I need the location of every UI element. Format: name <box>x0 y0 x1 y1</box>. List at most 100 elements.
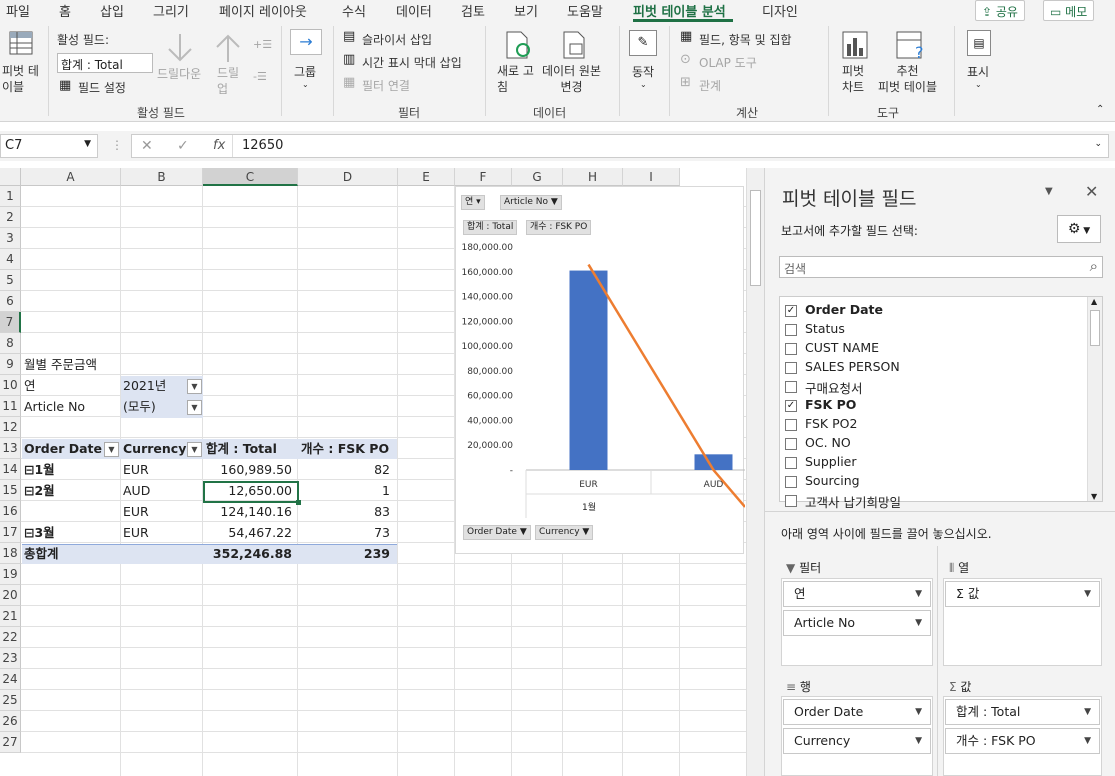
tab-help[interactable]: 도움말 <box>567 1 603 20</box>
enter-icon[interactable]: ✓ <box>177 138 189 154</box>
row-header[interactable]: 23 <box>0 648 21 669</box>
checkbox-checked-icon[interactable]: ✓ <box>785 305 797 317</box>
collapse-icon[interactable]: ⊟ <box>24 525 34 540</box>
row-header[interactable]: 16 <box>0 501 21 522</box>
column-header[interactable]: B <box>121 168 203 186</box>
expand-field-icon[interactable]: +☰ <box>253 38 272 51</box>
tab-insert[interactable]: 삽입 <box>100 1 124 20</box>
tab-review[interactable]: 검토 <box>461 1 485 20</box>
rows-zone[interactable]: Order Date ▼ Currency ▼ <box>781 696 933 776</box>
expand-formula-icon[interactable]: ⌄ <box>1094 139 1102 149</box>
column-header[interactable]: C <box>203 168 298 186</box>
tab-data[interactable]: 데이터 <box>396 1 432 20</box>
name-box[interactable]: C7 ▼ <box>0 134 98 158</box>
row-header[interactable]: 5 <box>0 270 21 291</box>
value-item-count[interactable]: 개수 : FSK PO ▼ <box>945 728 1100 754</box>
scroll-up-icon[interactable]: ▲ <box>1091 297 1097 306</box>
column-header[interactable]: I <box>623 168 680 186</box>
row-header[interactable]: 25 <box>0 690 21 711</box>
collapse-icon[interactable]: ⊟ <box>24 462 34 477</box>
checkbox-checked-icon[interactable]: ✓ <box>785 400 797 412</box>
column-header[interactable]: H <box>563 168 623 186</box>
chart-legend-count[interactable]: 개수 : FSK PO <box>526 220 592 235</box>
column-header[interactable]: G <box>512 168 563 186</box>
tab-draw[interactable]: 그리기 <box>153 1 189 20</box>
checkbox-icon[interactable] <box>785 324 797 336</box>
row-item-order-date[interactable]: Order Date ▼ <box>783 699 931 725</box>
row-header[interactable]: 9 <box>0 354 21 375</box>
filters-zone[interactable]: 연 ▼ Article No ▼ <box>781 578 933 666</box>
row-header[interactable]: 6 <box>0 291 21 312</box>
field-list[interactable]: ✓ Order Date Status CUST NAME SALES PERSON 구매… <box>779 296 1103 510</box>
column-header[interactable]: E <box>398 168 455 186</box>
pivot-chart[interactable]: 연 ▾ Article No ▼ 합계 : Total 개수 : FSK PO … <box>455 186 745 554</box>
row-header[interactable]: 13 <box>0 438 21 459</box>
column-item-values[interactable]: Σ 값 ▼ <box>945 581 1100 607</box>
insert-function-icon[interactable]: fx <box>213 138 225 153</box>
row-header[interactable]: 8 <box>0 333 21 354</box>
values-zone[interactable]: 합계 : Total ▼ 개수 : FSK PO ▼ <box>943 696 1102 776</box>
currency-dropdown-icon[interactable]: ▼ <box>187 442 202 457</box>
formula-input[interactable]: 12650 <box>242 138 283 153</box>
row-item-currency[interactable]: Currency ▼ <box>783 728 931 754</box>
row-header[interactable]: 20 <box>0 585 21 606</box>
order-date-dropdown-icon[interactable]: ▼ <box>104 442 119 457</box>
tab-pivot-analyze[interactable]: 피벗 테이블 분석 <box>633 1 726 20</box>
close-icon[interactable]: ✕ <box>1085 182 1098 201</box>
row-header[interactable]: 11 <box>0 396 21 417</box>
tab-file[interactable]: 파일 <box>6 1 30 20</box>
row-header[interactable]: 7 <box>0 312 21 333</box>
filter-funnel-icon[interactable]: ▼ <box>187 379 202 394</box>
settings-gear-button[interactable]: ⚙ ▼ <box>1057 215 1101 243</box>
filter-dropdown-icon[interactable]: ▼ <box>187 400 202 415</box>
pane-options-icon[interactable]: ▼ <box>1045 186 1053 197</box>
filter-item-year[interactable]: 연 ▼ <box>783 581 931 607</box>
select-all-corner[interactable] <box>0 168 21 186</box>
row-header[interactable]: 18 <box>0 543 21 564</box>
row-header[interactable]: 27 <box>0 732 21 753</box>
cancel-icon[interactable]: ✕ <box>141 138 153 154</box>
columns-zone[interactable]: Σ 값 ▼ <box>943 578 1102 666</box>
scroll-down-icon[interactable]: ▼ <box>1091 492 1097 501</box>
chart-axis-currency-button[interactable]: Currency ▼ <box>535 525 594 540</box>
checkbox-icon[interactable] <box>785 457 797 469</box>
checkbox-icon[interactable] <box>785 495 797 507</box>
tab-design[interactable]: 디자인 <box>762 1 798 20</box>
tab-formulas[interactable]: 수식 <box>342 1 366 20</box>
tab-view[interactable]: 보기 <box>514 1 538 20</box>
filter-item-article[interactable]: Article No ▼ <box>783 610 931 636</box>
column-header[interactable]: D <box>298 168 398 186</box>
row-header[interactable]: 10 <box>0 375 21 396</box>
chart-filter-year-button[interactable]: 연 ▾ <box>461 195 485 210</box>
field-list-scroll-thumb[interactable] <box>1090 310 1100 346</box>
checkbox-icon[interactable] <box>785 362 797 374</box>
row-header[interactable]: 21 <box>0 606 21 627</box>
row-header[interactable]: 26 <box>0 711 21 732</box>
field-search-input[interactable]: 검색 ⌕ <box>779 256 1103 278</box>
collapse-ribbon-icon[interactable]: ⌃ <box>1096 104 1104 115</box>
row-header[interactable]: 2 <box>0 207 21 228</box>
row-header[interactable]: 17 <box>0 522 21 543</box>
row-header[interactable]: 12 <box>0 417 21 438</box>
row-header[interactable]: 14 <box>0 459 21 480</box>
row-header[interactable]: 22 <box>0 627 21 648</box>
row-header[interactable]: 19 <box>0 564 21 585</box>
field-list-scrollbar[interactable]: ▲ ▼ <box>1087 297 1102 501</box>
checkbox-icon[interactable] <box>785 438 797 450</box>
collapse-field-icon[interactable]: -☰ <box>253 70 267 83</box>
share-button[interactable]: ⇪ 공유 <box>975 0 1025 21</box>
checkbox-icon[interactable] <box>785 343 797 355</box>
value-item-total[interactable]: 합계 : Total ▼ <box>945 699 1100 725</box>
memo-button[interactable]: ▭ 메모 <box>1043 0 1095 21</box>
row-header[interactable]: 1 <box>0 186 21 207</box>
scrollbar-thumb[interactable] <box>750 190 761 286</box>
vertical-scrollbar[interactable] <box>746 168 764 776</box>
chart-legend-total[interactable]: 합계 : Total <box>463 220 518 235</box>
checkbox-icon[interactable] <box>785 419 797 431</box>
row-header[interactable]: 15 <box>0 480 21 501</box>
row-header[interactable]: 3 <box>0 228 21 249</box>
column-header[interactable]: F <box>455 168 512 186</box>
collapse-icon[interactable]: ⊟ <box>24 483 34 498</box>
chart-axis-orderdate-button[interactable]: Order Date ▼ <box>463 525 531 540</box>
row-header[interactable]: 4 <box>0 249 21 270</box>
